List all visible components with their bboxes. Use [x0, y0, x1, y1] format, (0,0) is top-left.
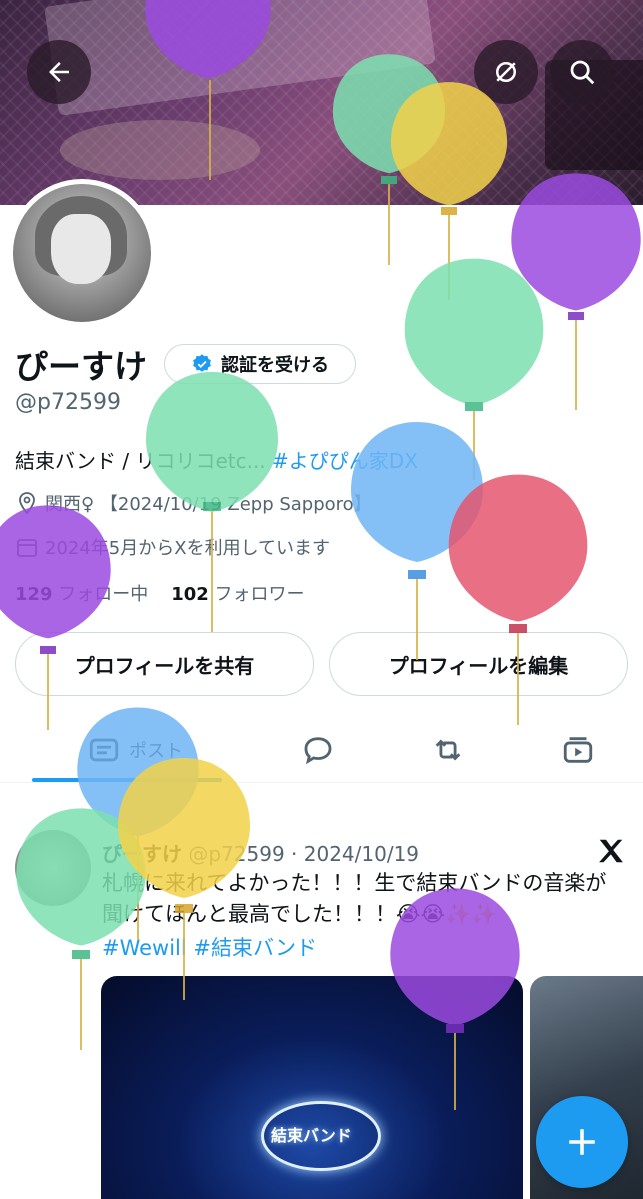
edit-profile-button[interactable]: プロフィールを編集 [329, 632, 628, 696]
calendar-icon [17, 539, 37, 557]
profile-name: ぴーすけ [15, 347, 147, 386]
tab-reposts[interactable] [398, 722, 498, 778]
media-tab-icon [563, 737, 593, 763]
profile-joined: 2024年5月からXを利用しています [15, 534, 330, 560]
balloon-green-2 [404, 258, 544, 480]
post-media-image-1[interactable]: 結束バンド [101, 976, 523, 1199]
verified-badge-icon [193, 354, 211, 372]
translate-off-button[interactable] [474, 40, 538, 104]
search-button[interactable] [550, 40, 614, 104]
tab-media[interactable] [528, 722, 628, 778]
post-header: ぴーすけ @p72599 · 2024/10/19 [102, 838, 419, 867]
replies-tab-icon [304, 737, 332, 765]
location-icon [19, 492, 35, 515]
back-button[interactable] [27, 40, 91, 104]
bio-text: 結束バンド / リコリコetc... [15, 449, 273, 473]
profile-bio: 結束バンド / リコリコetc... #よぴぴん家DX [15, 445, 418, 474]
post-text: 札幌に来れてよかった！！！生で結束バンドの音楽が聞けてほんと最高でした！！！😭😭… [102, 871, 607, 926]
tab-replies[interactable] [268, 722, 368, 778]
search-icon [570, 60, 595, 85]
profile-location: 関西♀ 【2024/10/19 Zepp Sapporo】 [15, 490, 372, 516]
share-profile-button[interactable]: プロフィールを共有 [15, 632, 314, 696]
profile-handle: @p72599 [15, 390, 121, 415]
bio-hashtag-link[interactable]: #よぴぴん家DX [272, 449, 418, 473]
plus-icon [569, 1129, 595, 1155]
location-text: 関西♀ 【2024/10/19 Zepp Sapporo】 [45, 494, 372, 515]
post-hashtags[interactable]: #Wewill #結束バンド [102, 932, 317, 962]
follow-stats: 129 フォロー中 102 フォロワー [15, 580, 305, 606]
no-signal-icon [496, 62, 516, 82]
reposts-tab-icon [435, 739, 461, 761]
x-logo-icon [599, 839, 623, 863]
following-link[interactable]: 129 フォロー中 [15, 584, 148, 605]
tab-posts[interactable]: ポスト [50, 722, 220, 778]
get-verified-button[interactable]: 認証を受ける [164, 344, 356, 384]
tabs-divider [0, 782, 643, 783]
post-handle-date: @p72599 · 2024/10/19 [188, 842, 420, 866]
post-author-name[interactable]: ぴーすけ [102, 842, 182, 866]
verify-label: 認証を受ける [221, 355, 329, 376]
back-arrow-icon [49, 62, 69, 82]
profile-banner [0, 0, 643, 205]
posts-tab-icon [89, 738, 119, 762]
compose-button[interactable] [536, 1096, 628, 1188]
followers-link[interactable]: 102 フォロワー [171, 584, 304, 605]
post-author-avatar[interactable] [15, 830, 91, 906]
joined-text: 2024年5月からXを利用しています [45, 538, 331, 559]
tab-posts-label: ポスト [129, 741, 183, 762]
profile-avatar[interactable] [8, 179, 156, 327]
media-neon-sign-text: 結束バンド [271, 1126, 352, 1145]
balloon-purple-2 [511, 173, 641, 410]
